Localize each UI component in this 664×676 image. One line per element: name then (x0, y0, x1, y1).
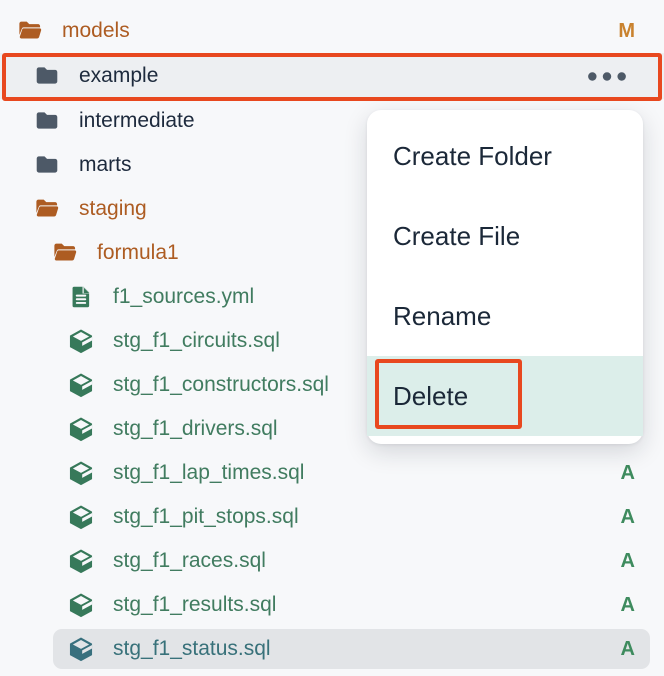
context-menu: Create Folder Create File Rename Delete (367, 110, 643, 444)
tree-row-label: staging (79, 197, 147, 221)
menu-item-create-file[interactable]: Create File (367, 196, 643, 276)
tree-row-label: stg_f1_lap_times.sql (113, 461, 304, 485)
git-status-badge: A (621, 506, 635, 529)
tree-row-label: example (79, 64, 158, 88)
model-cube-icon (67, 459, 95, 487)
tree-row-label: stg_f1_drivers.sql (113, 417, 278, 441)
tree-row-label: stg_f1_circuits.sql (113, 329, 280, 353)
git-status-badge: A (621, 638, 635, 661)
tree-row-stg-f1-races[interactable]: stg_f1_races.sql A (0, 539, 664, 583)
tree-row-label: stg_f1_pit_stops.sql (113, 505, 299, 529)
folder-open-icon (33, 195, 61, 223)
git-status-badge: A (621, 550, 635, 573)
folder-open-icon (16, 17, 44, 45)
yaml-file-icon (67, 283, 95, 311)
tree-row-models[interactable]: models M (0, 9, 664, 53)
tree-row-stg-f1-status[interactable]: stg_f1_status.sql A (0, 627, 664, 671)
tree-row-label: formula1 (97, 241, 179, 265)
menu-item-rename[interactable]: Rename (367, 276, 643, 356)
model-cube-icon (67, 635, 95, 663)
tree-row-stg-f1-lap-times[interactable]: stg_f1_lap_times.sql A (0, 451, 664, 495)
tree-row-stg-f1-results[interactable]: stg_f1_results.sql A (0, 583, 664, 627)
model-cube-icon (67, 547, 95, 575)
tree-row-label: stg_f1_status.sql (113, 637, 271, 661)
menu-item-create-folder[interactable]: Create Folder (367, 116, 643, 196)
tree-row-label: stg_f1_results.sql (113, 593, 276, 617)
folder-icon (33, 62, 61, 90)
git-status-badge: A (621, 462, 635, 485)
folder-icon (33, 107, 61, 135)
model-cube-icon (67, 503, 95, 531)
tree-row-label: f1_sources.yml (113, 285, 254, 309)
model-cube-icon (67, 327, 95, 355)
tree-row-label: stg_f1_constructors.sql (113, 373, 329, 397)
tree-row-label: models (62, 19, 130, 43)
model-cube-icon (67, 371, 95, 399)
tree-row-label: intermediate (79, 109, 195, 133)
row-actions-ellipsis-icon[interactable] (586, 71, 628, 82)
tree-row-example[interactable]: example (0, 53, 664, 99)
tree-row-label: stg_f1_races.sql (113, 549, 266, 573)
model-cube-icon (67, 415, 95, 443)
folder-open-icon (51, 239, 79, 267)
git-status-badge: A (621, 594, 635, 617)
menu-item-delete[interactable]: Delete (367, 356, 643, 436)
model-cube-icon (67, 591, 95, 619)
folder-icon (33, 151, 61, 179)
file-explorer-panel: models M example intermediate marts stag… (0, 0, 664, 676)
tree-row-label: marts (79, 153, 132, 177)
git-status-badge: M (618, 20, 635, 43)
tree-row-stg-f1-pit-stops[interactable]: stg_f1_pit_stops.sql A (0, 495, 664, 539)
